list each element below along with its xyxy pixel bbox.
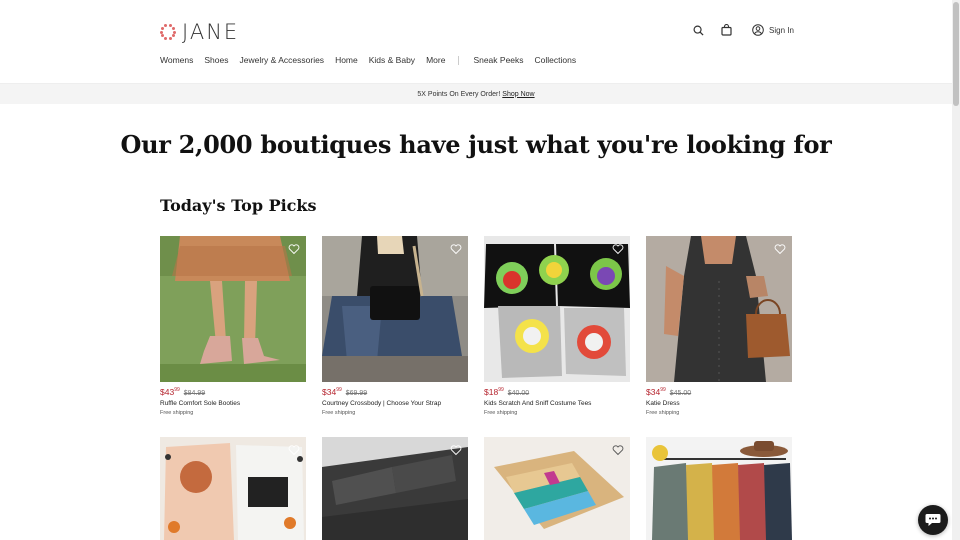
product-image[interactable] <box>484 236 630 382</box>
favorite-heart-icon[interactable] <box>288 242 300 255</box>
scrollbar-thumb[interactable] <box>953 2 959 106</box>
logo-dot <box>164 24 168 28</box>
product-title[interactable]: Courtney Crossbody | Choose Your Strap <box>322 400 468 407</box>
chat-bubble-icon <box>925 514 941 526</box>
product-image[interactable] <box>646 236 792 382</box>
nav-item-womens[interactable]: Womens <box>160 55 193 65</box>
sign-in-label: Sign In <box>769 25 794 35</box>
shopping-bag-icon[interactable] <box>718 22 734 38</box>
nav-item-more[interactable]: More <box>426 55 445 65</box>
logo-dot <box>161 26 165 30</box>
favorite-heart-icon[interactable] <box>450 242 462 255</box>
product-image[interactable] <box>322 236 468 382</box>
product-card[interactable]: $4399 $84.99 Ruffle Comfort Sole Booties… <box>160 236 306 416</box>
brand-name: JANE <box>182 20 240 44</box>
logo-dot <box>160 30 163 34</box>
search-icon[interactable] <box>690 22 706 38</box>
page-scrollbar[interactable] <box>952 0 960 540</box>
nav-item-kids-baby[interactable]: Kids & Baby <box>369 55 415 65</box>
promo-text: 5X Points On Every Order! <box>417 90 501 98</box>
product-card[interactable]: $1899 $40.00 Kids Scratch And Sniff Cost… <box>484 236 630 416</box>
shipping-note: Free shipping <box>160 410 194 416</box>
price-row: $4399 $84.99 <box>160 387 306 397</box>
favorite-heart-icon[interactable] <box>774 242 786 255</box>
logo-dot <box>164 36 168 40</box>
favorite-heart-icon[interactable] <box>612 443 624 456</box>
product-card[interactable] <box>322 437 468 540</box>
product-card[interactable]: $3499 $45.00 Katie Dress Free shipping <box>646 236 792 416</box>
original-price: $69.99 <box>345 390 368 397</box>
logo-dot <box>171 34 175 38</box>
logo-dot <box>168 24 172 28</box>
shipping-note: Free shipping <box>646 410 680 416</box>
sign-in-button[interactable]: Sign In <box>752 24 794 36</box>
nav-item-sneak-peeks[interactable]: Sneak Peeks <box>473 55 523 65</box>
promo-shop-now-link[interactable]: Shop Now <box>502 91 534 98</box>
product-image[interactable] <box>322 437 468 540</box>
logo-dot <box>171 26 175 30</box>
main-nav: Womens Shoes Jewelry & Accessories Home … <box>160 55 587 65</box>
nav-divider <box>458 55 460 65</box>
header-actions: Sign In <box>690 22 794 38</box>
user-icon <box>752 24 764 36</box>
nav-item-shoes[interactable]: Shoes <box>204 55 228 65</box>
product-card[interactable] <box>160 437 306 540</box>
nav-item-home[interactable]: Home <box>335 55 358 65</box>
sale-price: $3499 <box>646 387 666 397</box>
original-price: $45.00 <box>669 390 692 397</box>
logo-dot <box>173 30 176 34</box>
sale-price: $1899 <box>484 387 504 397</box>
nav-item-jewelry-accessories[interactable]: Jewelry & Accessories <box>240 55 325 65</box>
product-card[interactable]: $3499 $69.99 Courtney Crossbody | Choose… <box>322 236 468 416</box>
sale-price: $4399 <box>160 387 180 397</box>
hero-title: Our 2,000 boutiques have just what you'r… <box>120 130 832 159</box>
product-image[interactable] <box>646 437 792 540</box>
logo-dot <box>168 36 172 40</box>
promo-banner: 5X Points On Every Order! Shop Now <box>0 84 952 104</box>
product-card[interactable] <box>646 437 792 540</box>
sale-price: $3499 <box>322 387 342 397</box>
favorite-heart-icon[interactable] <box>612 242 624 255</box>
product-image[interactable] <box>160 236 306 382</box>
price-row: $1899 $40.00 <box>484 387 630 397</box>
product-title[interactable]: Ruffle Comfort Sole Booties <box>160 400 306 407</box>
product-image[interactable] <box>484 437 630 540</box>
product-title[interactable]: Kids Scratch And Sniff Costume Tees <box>484 400 630 407</box>
favorite-heart-icon[interactable] <box>288 443 300 456</box>
favorite-heart-icon[interactable] <box>450 443 462 456</box>
logo-dots-icon <box>160 24 176 40</box>
original-price: $84.99 <box>183 390 206 397</box>
shipping-note: Free shipping <box>484 410 518 416</box>
product-title[interactable]: Katie Dress <box>646 400 792 407</box>
original-price: $40.00 <box>507 390 530 397</box>
brand-logo[interactable]: JANE <box>160 20 239 44</box>
product-card[interactable] <box>484 437 630 540</box>
shipping-note: Free shipping <box>322 410 356 416</box>
product-image[interactable] <box>160 437 306 540</box>
chat-button[interactable] <box>918 505 948 535</box>
price-row: $3499 $45.00 <box>646 387 792 397</box>
price-row: $3499 $69.99 <box>322 387 468 397</box>
site-header: JANE Sign In Womens Shoes Jewelry & Acce… <box>0 0 960 84</box>
nav-item-collections[interactable]: Collections <box>535 55 577 65</box>
section-title: Today's Top Picks <box>160 196 317 215</box>
